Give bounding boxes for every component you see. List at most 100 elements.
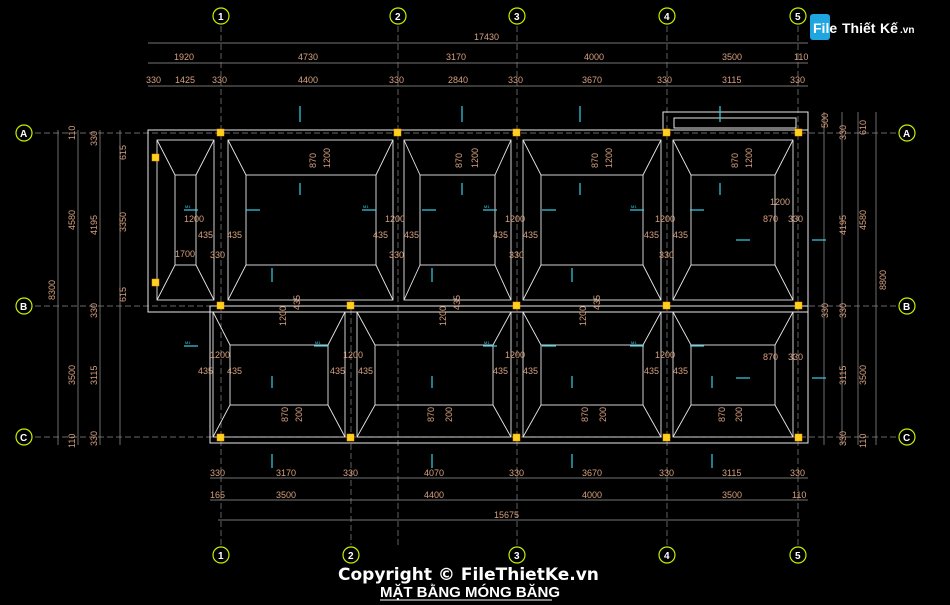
dim-left-detail-2: 615 — [118, 145, 128, 160]
dim-right-outer: 8800 — [878, 270, 888, 290]
dim-1200: 1200 — [184, 214, 204, 224]
dim-870: 870 — [717, 407, 727, 422]
dim-left-detail-1: 330 — [89, 131, 99, 146]
dim-bot2-5: 3500 — [722, 490, 742, 500]
dim-right-inner-2: 4195 — [838, 215, 848, 235]
dim-bot2-6: 110 — [792, 490, 806, 500]
dim-870: 870 — [426, 407, 436, 422]
dim-330: 330 — [210, 250, 225, 260]
dim-1200: 1200 — [655, 350, 675, 360]
dim-right-detail-4: 330 — [838, 431, 848, 446]
dim-left-mid-1: 4580 — [67, 210, 77, 230]
dim-1200: 1200 — [278, 306, 288, 326]
dim-1200: 1200 — [744, 148, 754, 168]
dim-bot-7: 330 — [659, 468, 674, 478]
axis-row-b-right: B — [903, 302, 910, 313]
dim-200: 200 — [734, 407, 744, 422]
dim-1200: 1200 — [438, 306, 448, 326]
dim-435: 435 — [292, 295, 302, 310]
dim-right-inner-3: 330 — [838, 303, 848, 318]
section-tag: M1 — [484, 204, 490, 209]
dim-435: 435 — [452, 295, 462, 310]
dim-435: 435 — [523, 230, 538, 240]
dim-870: 870 — [730, 153, 740, 168]
dim-top2-10: 3115 — [722, 75, 741, 85]
dim-435: 435 — [644, 366, 659, 376]
dim-435: 435 — [198, 366, 213, 376]
dim-bot-3: 330 — [343, 468, 358, 478]
section-tag: M1 — [631, 340, 637, 345]
dim-left-inner-5: 110 — [67, 434, 77, 448]
axis-col-2-top: 2 — [395, 12, 401, 23]
dim-870: 870 — [280, 407, 290, 422]
dim-200: 200 — [294, 407, 304, 422]
dim-435: 435 — [358, 366, 373, 376]
section-tag: M1 — [315, 340, 321, 345]
axis-row-a-right: A — [903, 129, 910, 140]
foundation-plan-drawing: 17430 1920 4730 3170 4000 3500 110 330 1… — [15, 7, 916, 601]
dim-870: 870 — [763, 214, 778, 224]
dim-top2-8: 3670 — [582, 75, 602, 85]
dim-435: 435 — [198, 230, 213, 240]
dim-top-5: 3500 — [722, 52, 742, 62]
dim-435: 435 — [404, 230, 419, 240]
dim-435: 435 — [673, 230, 688, 240]
dim-bot-2: 3170 — [276, 468, 296, 478]
dim-overall-bottom: 15675 — [494, 510, 519, 520]
section-tag: M1 — [185, 340, 191, 345]
dim-top-2: 4730 — [298, 52, 318, 62]
dim-435: 435 — [523, 366, 538, 376]
dim-1200: 1200 — [470, 148, 480, 168]
dim-top2-2: 1425 — [175, 75, 195, 85]
axis-row-a-left: A — [20, 129, 27, 140]
dim-bot2-2: 3500 — [276, 490, 296, 500]
dim-left-detail-3: 3350 — [118, 212, 128, 232]
dim-bot2-1: 165 — [210, 490, 225, 500]
dim-435: 435 — [644, 230, 659, 240]
dim-right-inner-4: 3115 — [838, 366, 848, 385]
dim-1200: 1200 — [505, 214, 525, 224]
axis-row-c-right: C — [903, 433, 910, 444]
dim-1200: 1200 — [343, 350, 363, 360]
dim-330: 330 — [389, 250, 404, 260]
logo-tail: Kế — [880, 20, 898, 36]
dim-435: 435 — [330, 366, 345, 376]
dim-right-detail-1: 500 — [820, 113, 830, 128]
dim-435: 435 — [493, 366, 508, 376]
axis-col-5-bottom: 5 — [795, 551, 801, 562]
dim-870: 870 — [763, 352, 778, 362]
dim-left-inner-4: 3115 — [89, 366, 99, 385]
column-markers — [151, 128, 803, 442]
axis-bubbles — [15, 7, 916, 564]
axis-col-1-top: 1 — [218, 12, 224, 23]
logo-middle: Thiết — [842, 20, 876, 36]
dim-330: 330 — [788, 214, 803, 224]
dim-top-1: 1920 — [174, 52, 194, 62]
dim-overall-top: 17430 — [474, 32, 499, 42]
axis-col-4-bottom: 4 — [664, 551, 670, 562]
dim-top2-4: 4400 — [298, 75, 318, 85]
dim-435: 435 — [227, 366, 242, 376]
dim-bot-4: 4070 — [424, 468, 444, 478]
dim-top2-5: 330 — [389, 75, 404, 85]
logo-domain: .vn — [900, 25, 914, 36]
dim-left-inner-2: 4195 — [89, 215, 99, 235]
dim-200: 200 — [444, 407, 454, 422]
dimension-lines — [57, 42, 877, 521]
dim-top2-3: 330 — [212, 75, 227, 85]
axis-row-c-left: C — [20, 433, 27, 444]
dim-top2-6: 2840 — [448, 75, 468, 85]
dim-870: 870 — [590, 153, 600, 168]
dim-870: 870 — [454, 153, 464, 168]
section-tag: M1 — [631, 204, 637, 209]
section-tag: M1 — [363, 204, 369, 209]
axis-col-5-top: 5 — [795, 12, 801, 23]
dim-bot-5: 330 — [509, 468, 524, 478]
dim-1200: 1200 — [604, 148, 614, 168]
dim-top2-7: 330 — [508, 75, 523, 85]
drawing-title: MẶT BẰNG MÓNG BĂNG — [380, 583, 560, 601]
section-tag: M1 — [185, 204, 191, 209]
filethietke-logo: File Thiết Kế .vn — [810, 14, 914, 40]
dim-top-3: 3170 — [446, 52, 466, 62]
dim-bot-6: 3670 — [582, 468, 602, 478]
